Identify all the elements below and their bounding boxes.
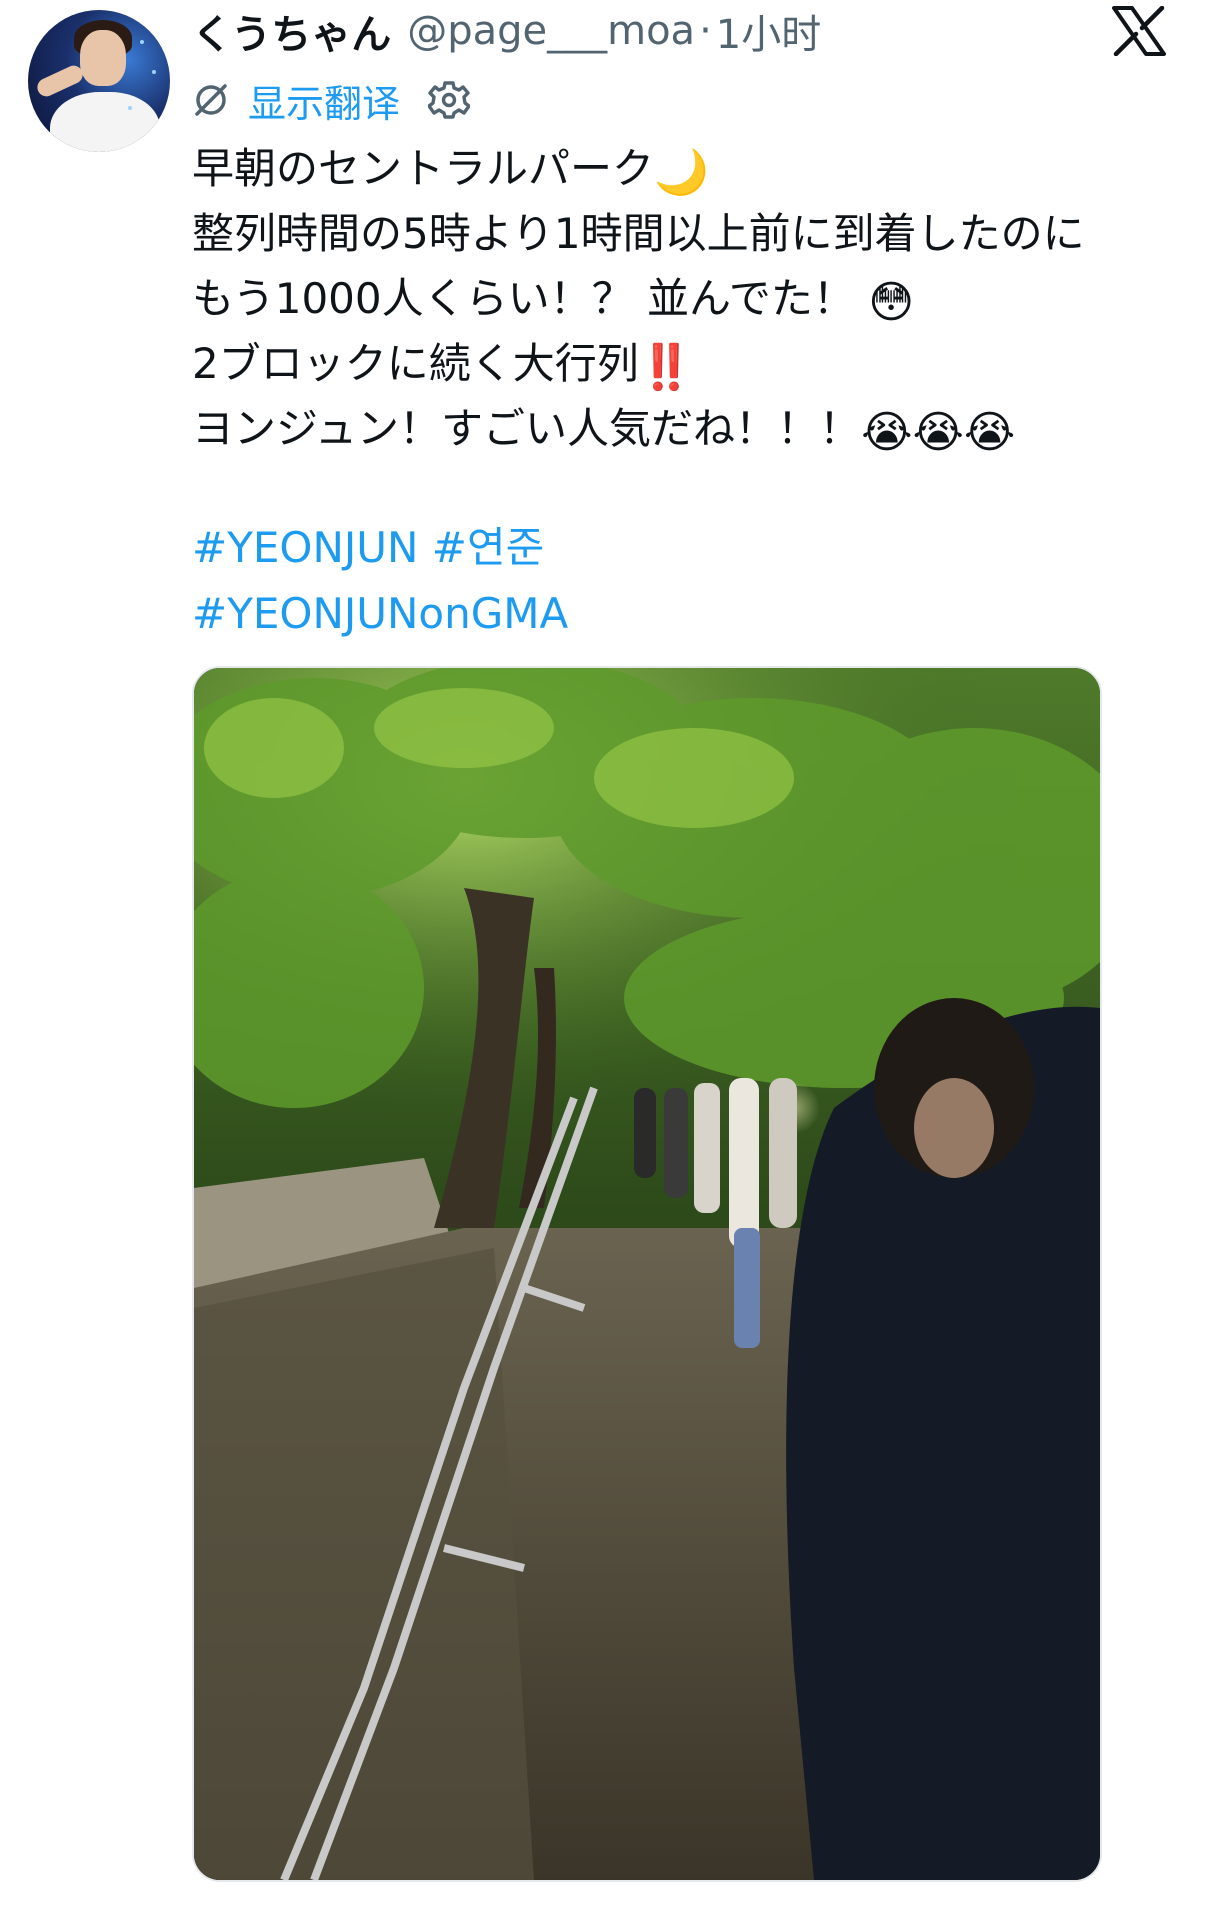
user-handle[interactable]: @page___moa (407, 8, 695, 54)
avatar-head-shape (80, 30, 126, 86)
display-name[interactable]: くうちゃん (192, 2, 391, 60)
tweet-line-5: ヨンジュン！すごい人気だね！！！😭😭😭 (192, 396, 1152, 461)
hashtag-link[interactable]: #YEONJUN #연준 (192, 515, 1152, 581)
foreground-face (914, 1078, 994, 1178)
tweet-line-text: ヨンジュン！すごい人気だね！！！ (192, 404, 862, 453)
crescent-moon-emoji-icon: 🌙 (654, 147, 709, 198)
tweet-line-2: 整列時間の5時より1時間以上前に到着したのに (192, 201, 1152, 266)
tweet-body: 早朝のセントラルパーク🌙 整列時間の5時より1時間以上前に到着したのに もう10… (192, 136, 1152, 647)
avatar-arm-shape (34, 62, 86, 100)
gear-icon[interactable] (428, 79, 471, 121)
flushed-face-emoji-icon: 😳 (868, 277, 915, 328)
photo-scene (194, 668, 1100, 1880)
tweet-photo[interactable] (192, 666, 1102, 1882)
translate-icon (195, 84, 227, 116)
tweet-line-text: 整列時間の5時より1時間以上前に到着したのに (192, 209, 1085, 258)
show-translation-link[interactable]: 显示翻译 (248, 73, 400, 128)
crying-face-emoji-icon: 😭😭😭 (861, 407, 1016, 458)
tweet-line-3: もう1000人くらい！？ 並んでた！ 😳 (192, 266, 1152, 331)
avatar-spark (140, 40, 144, 44)
avatar-spark (128, 106, 132, 110)
avatar-spark (152, 70, 156, 74)
avatar-body-shape (50, 92, 160, 152)
tweet-line-text: 2ブロックに続く大行列 (192, 339, 639, 388)
translate-row: 显示翻译 (192, 73, 471, 128)
tweet-line-text: もう1000人くらい！？ 並んでた！ (192, 274, 855, 323)
x-logo-icon[interactable] (1112, 6, 1166, 56)
tweet-header: くうちゃん @page___moa · 1小时 (192, 0, 821, 62)
timestamp[interactable]: 1小时 (716, 2, 821, 60)
hashtag-link[interactable]: #YEONJUNonGMA (192, 581, 1152, 647)
separator-dot: · (699, 8, 712, 54)
tweet-line-1: 早朝のセントラルパーク🌙 (192, 136, 1152, 201)
double-exclamation-emoji-icon: ‼️ (638, 342, 694, 393)
tweet-line-text: 早朝のセントラルパーク (192, 144, 655, 193)
tweet-line-4: 2ブロックに続く大行列‼️ (192, 331, 1152, 396)
avatar[interactable] (28, 10, 170, 152)
